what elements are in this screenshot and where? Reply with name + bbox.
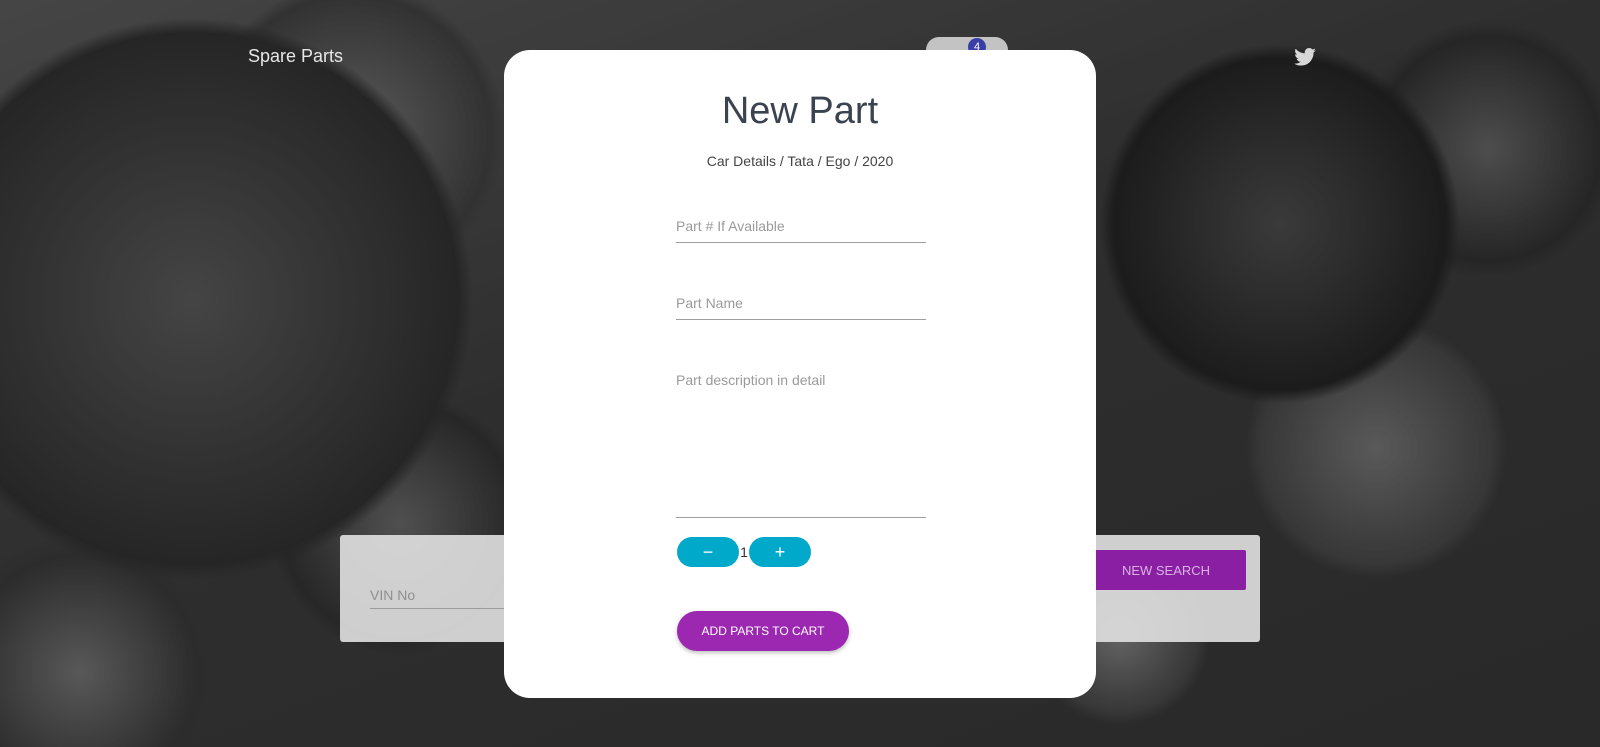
- quantity-value: 1: [740, 544, 748, 560]
- brand-logo[interactable]: Spare Parts: [248, 46, 343, 67]
- breadcrumb: Car Details / Tata / Ego / 2020: [706, 153, 894, 169]
- decrease-quantity-button[interactable]: −: [677, 537, 739, 567]
- part-name-input[interactable]: [676, 295, 926, 319]
- part-description-field: [676, 372, 926, 518]
- part-description-textarea[interactable]: [676, 372, 926, 512]
- new-search-button[interactable]: NEW SEARCH: [1086, 550, 1246, 590]
- part-number-field: [676, 218, 926, 243]
- new-part-modal: New Part Car Details / Tata / Ego / 2020…: [504, 50, 1096, 698]
- vin-input-underline: [370, 608, 520, 609]
- twitter-icon[interactable]: [1294, 48, 1316, 66]
- part-name-field: [676, 295, 926, 320]
- vin-input[interactable]: VIN No: [370, 587, 415, 603]
- quantity-stepper: − 1 +: [677, 537, 811, 567]
- part-number-input[interactable]: [676, 218, 926, 242]
- modal-title: New Part: [721, 90, 879, 132]
- add-parts-to-cart-button[interactable]: ADD PARTS TO CART: [677, 611, 849, 651]
- increase-quantity-button[interactable]: +: [749, 537, 811, 567]
